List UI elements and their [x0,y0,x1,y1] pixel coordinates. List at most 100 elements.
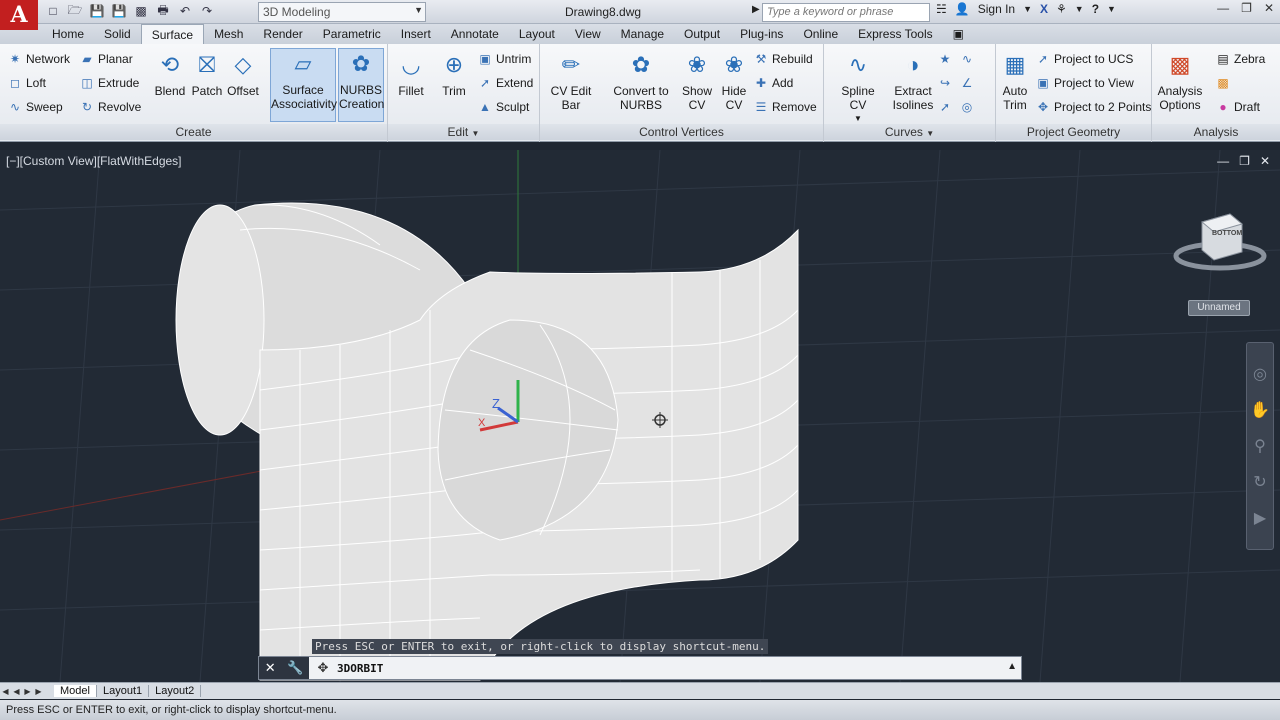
exchange-icon[interactable]: X [1040,2,1048,16]
close-icon[interactable]: ✕ [265,660,276,676]
close-icon[interactable]: ✕ [1260,154,1270,168]
open-icon[interactable]: 🗁 [66,2,84,20]
chevron-right-icon[interactable]: ▶ [752,4,760,15]
analysis-options-button[interactable]: ▩ Analysis Options [1156,50,1204,113]
create-panel-title[interactable]: Create [0,124,387,140]
search-input[interactable]: Type a keyword or phrase [762,3,930,22]
trim-button[interactable]: ⊕ Trim [436,50,472,99]
viewport-controls-label[interactable]: [−][Custom View][FlatWithEdges] [6,154,182,168]
user-icon[interactable]: 👤 [955,2,970,16]
add-cv-button[interactable]: ✚ Add [754,76,793,90]
workspace-dropdown[interactable]: 3D Modeling ▼ [258,2,426,22]
draft-button[interactable]: ● Draft [1216,100,1260,114]
network-button[interactable]: ✷ Network [8,52,70,66]
curvature-button[interactable]: ▩ [1216,76,1230,90]
tab-manage[interactable]: Manage [611,24,674,44]
extrude-button[interactable]: ◫ Extrude [80,76,139,90]
tab-surface[interactable]: Surface [140,24,205,44]
minimize-icon[interactable]: — [1217,1,1229,15]
layout-tab-layout1[interactable]: Layout1 [97,685,150,697]
close-icon[interactable]: ✕ [1264,1,1274,15]
revolve-button[interactable]: ↻ Revolve [80,100,141,114]
web-icon[interactable]: ▩ [132,2,150,20]
wrench-icon[interactable]: 🔧 [287,660,303,676]
project-geometry-panel-title[interactable]: Project Geometry [996,124,1151,140]
drawing-viewport[interactable]: Z X [−][Custom View][FlatWithEdges] — ❐ … [0,150,1280,682]
auto-trim-toggle[interactable]: ▦ Auto Trim [998,50,1032,113]
layout-tab-layout2[interactable]: Layout2 [149,685,202,697]
sculpt-button[interactable]: ▲ Sculpt [478,100,529,114]
first-tab-icon[interactable]: ◀ [0,687,11,696]
hide-cv-button[interactable]: ❀ Hide CV [716,50,752,113]
tab-mesh[interactable]: Mesh [204,24,253,44]
tab-online[interactable]: Online [793,24,848,44]
sweep-button[interactable]: ∿ Sweep [8,100,63,114]
viewcube[interactable]: BOTTOM [1172,208,1268,278]
patch-button[interactable]: ⛝ Patch [190,50,224,99]
surface-associativity-toggle[interactable]: ▱ Surface Associativity [270,48,337,122]
tab-home[interactable]: Home [42,24,94,44]
curve-tool-3-icon[interactable]: ↪ [938,76,952,90]
redo-icon[interactable]: ↷ [198,2,216,20]
tab-plug-ins[interactable]: Plug-ins [730,24,793,44]
rebuild-button[interactable]: ⚒ Rebuild [754,52,813,66]
fillet-button[interactable]: ◡ Fillet [392,50,430,99]
project-to-2-points-button[interactable]: ✥ Project to 2 Points [1036,100,1151,114]
sign-in-link[interactable]: Sign In [978,2,1015,16]
convert-to-nurbs-button[interactable]: ✿ Convert to NURBS [610,50,672,113]
project-to-ucs-button[interactable]: ➚ Project to UCS [1036,52,1133,66]
tab-insert[interactable]: Insert [391,24,441,44]
restore-icon[interactable]: ❐ [1241,1,1252,15]
chevron-down-icon[interactable]: ▼ [1107,4,1116,14]
curve-tool-5-icon[interactable]: ➚ [938,100,952,114]
planar-button[interactable]: ▰ Planar [80,52,132,66]
binoculars-icon[interactable]: ☵ [936,2,947,16]
save-as-icon[interactable]: 💾 [110,2,128,20]
analysis-panel-title[interactable]: Analysis [1152,124,1280,140]
chevron-down-icon[interactable]: ▼ [1023,4,1032,14]
ribbon-minimize-icon[interactable]: ▣ [943,24,974,44]
last-tab-icon[interactable]: ▶ [33,687,44,696]
app-logo[interactable]: A [0,0,38,30]
save-icon[interactable]: 💾 [88,2,106,20]
chevron-up-icon[interactable]: ▲ [1007,661,1017,672]
control-vertices-panel-title[interactable]: Control Vertices [540,124,823,140]
extract-isolines-button[interactable]: ◑ Extract Isolines [892,50,934,113]
tab-render[interactable]: Render [253,24,312,44]
curves-panel-title[interactable]: Curves ▼ [824,124,995,140]
layout-tab-model[interactable]: Model [54,685,97,697]
print-icon[interactable]: 🖶 [154,2,172,20]
cv-edit-bar-button[interactable]: ✏ CV Edit Bar [542,50,600,113]
blend-button[interactable]: ⟲ Blend [152,50,188,99]
chevron-down-icon[interactable]: ▼ [1075,4,1084,14]
tab-output[interactable]: Output [674,24,730,44]
help-community-icon[interactable]: ⚘ [1056,2,1067,16]
show-cv-button[interactable]: ❀ Show CV [678,50,716,113]
loft-button[interactable]: ◻ Loft [8,76,46,90]
restore-icon[interactable]: ❐ [1239,154,1250,168]
tab-view[interactable]: View [565,24,611,44]
command-input[interactable]: 3DORBIT [337,662,383,675]
remove-cv-button[interactable]: ☰ Remove [754,100,817,114]
curve-tool-1-icon[interactable]: ★ [938,52,952,66]
edit-panel-title[interactable]: Edit ▼ [388,124,539,140]
curve-tool-6-icon[interactable]: ◎ [960,100,974,114]
untrim-button[interactable]: ▣ Untrim [478,52,531,66]
next-tab-icon[interactable]: ▶ [22,687,33,696]
curve-tool-2-icon[interactable]: ∿ [960,52,974,66]
tab-solid[interactable]: Solid [94,24,141,44]
nurbs-creation-toggle[interactable]: ✿ NURBS Creation [338,48,384,122]
zebra-button[interactable]: ▤ Zebra [1216,52,1265,66]
tab-parametric[interactable]: Parametric [313,24,391,44]
spline-cv-button[interactable]: ∿ Spline CV ▼ [832,50,884,126]
tab-layout[interactable]: Layout [509,24,565,44]
extend-button[interactable]: ➚ Extend [478,76,533,90]
prev-tab-icon[interactable]: ◀ [11,687,22,696]
new-icon[interactable]: □ [44,2,62,20]
tab-express-tools[interactable]: Express Tools [848,24,942,44]
command-line[interactable]: ✕ 🔧 ✥ 3DORBIT ▲ [258,656,1022,680]
undo-icon[interactable]: ↶ [176,2,194,20]
offset-button[interactable]: ◇ Offset [224,50,262,99]
project-to-view-button[interactable]: ▣ Project to View [1036,76,1134,90]
tab-annotate[interactable]: Annotate [441,24,509,44]
